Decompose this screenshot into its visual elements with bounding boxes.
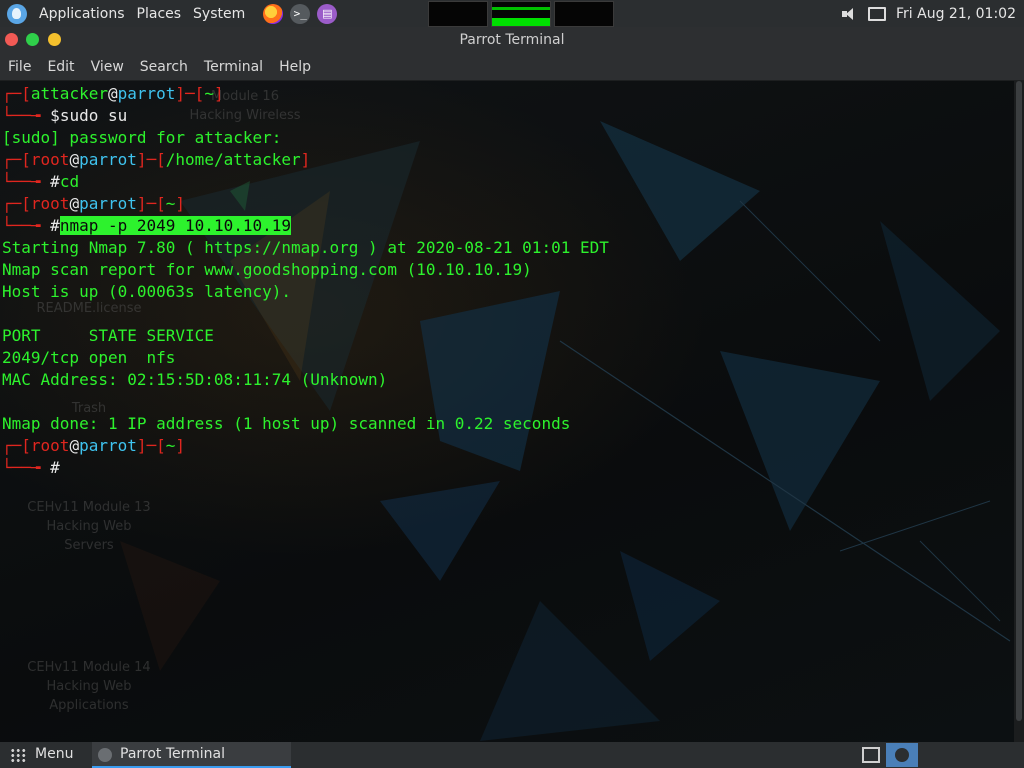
taskbar-item-parrot-terminal[interactable]: Parrot Terminal (92, 742, 291, 768)
prompt-host: parrot (117, 84, 176, 103)
places-menu[interactable]: Places (131, 6, 188, 22)
system-monitor[interactable] (428, 1, 614, 27)
command-sudo-su: sudo su (59, 106, 128, 125)
network-monitor (554, 1, 614, 27)
command-nmap-selected[interactable]: nmap -p 2049 10.10.10.19 (59, 216, 291, 235)
output-line: 2049/tcp open nfs (2, 348, 176, 367)
prompt-at: @ (69, 150, 80, 169)
terminal-tray-icon[interactable] (886, 743, 918, 767)
prompt-at: @ (107, 84, 118, 103)
output-line: PORT STATE SERVICE (2, 326, 214, 345)
top-panel-tray: Fri Aug 21, 01:02 (842, 0, 1016, 27)
output-line: Nmap done: 1 IP address (1 host up) scan… (2, 414, 571, 433)
top-panel-menus: Applications Places System >_ ▤ (0, 0, 338, 27)
menu-view[interactable]: View (83, 59, 132, 75)
terminal-scrollbar[interactable] (1014, 81, 1024, 742)
prompt-host: parrot (79, 436, 137, 455)
prompt-user: attacker (30, 84, 108, 103)
prompt-host: parrot (79, 194, 137, 213)
prompt-dir: /home/attacker (165, 150, 301, 169)
display-icon[interactable] (868, 6, 887, 21)
prompt-user: root (30, 150, 70, 169)
keyboard-icon[interactable] (862, 747, 880, 763)
prompt-dir: ~ (165, 436, 176, 455)
desktop-icon-module14[interactable]: CEHv11 Module 14 Hacking Web Application… (14, 658, 164, 715)
bottom-panel: Menu Parrot Terminal (0, 742, 1024, 768)
terminal-menubar: File Edit View Search Terminal Help (0, 54, 1024, 81)
menu-button[interactable]: Menu (35, 746, 73, 762)
menu-terminal[interactable]: Terminal (196, 59, 271, 75)
output-line: MAC Address: 02:15:5D:08:11:74 (Unknown) (2, 370, 388, 389)
output-line: Nmap scan report for www.goodshopping.co… (2, 260, 532, 279)
taskbar-item-label: Parrot Terminal (120, 746, 226, 762)
prompt-user: root (30, 436, 70, 455)
scrollbar-thumb[interactable] (1016, 81, 1022, 721)
menu-help[interactable]: Help (271, 59, 319, 75)
terminal-icon (98, 748, 112, 762)
grid-menu-icon[interactable] (10, 748, 26, 762)
prompt-sign: # (50, 216, 60, 235)
prompt-dir: ~ (204, 84, 214, 103)
prompt-dir: ~ (165, 194, 176, 213)
parrot-logo-icon[interactable] (7, 3, 27, 24)
sudo-password-line: [sudo] password for attacker: (2, 128, 282, 147)
text-editor-icon[interactable]: ▤ (317, 3, 338, 24)
prompt-sign: # (50, 172, 60, 191)
window-title: Parrot Terminal (459, 32, 565, 48)
firefox-icon[interactable] (263, 3, 284, 24)
desktop-icon-module13[interactable]: CEHv11 Module 13 Hacking Web Servers (14, 498, 164, 555)
prompt-sign: # (50, 458, 60, 477)
system-menu[interactable]: System (187, 6, 251, 22)
output-line: Starting Nmap 7.80 ( https://nmap.org ) … (2, 238, 609, 257)
cpu-monitor (428, 1, 488, 27)
clock[interactable]: Fri Aug 21, 01:02 (896, 6, 1016, 22)
menu-search[interactable]: Search (132, 59, 196, 75)
output-line: Host is up (0.00063s latency). (2, 282, 291, 301)
menu-file[interactable]: File (0, 59, 39, 75)
top-panel: Applications Places System >_ ▤ Fri Aug … (0, 0, 1024, 27)
menu-edit[interactable]: Edit (39, 59, 82, 75)
memory-monitor (491, 1, 551, 27)
prompt-sign: $ (50, 106, 60, 125)
volume-icon[interactable] (842, 7, 858, 21)
prompt-host: parrot (79, 150, 137, 169)
terminal-icon[interactable]: >_ (290, 3, 311, 24)
command-cd: cd (59, 172, 80, 191)
prompt-at: @ (69, 436, 80, 455)
terminal-output[interactable]: ┌─[attacker@parrot]─[~] └──╼ $sudo su [s… (2, 83, 609, 479)
prompt-user: root (30, 194, 70, 213)
window-titlebar[interactable]: Parrot Terminal (0, 27, 1024, 54)
terminal-area[interactable]: Module 16 Hacking Wireless README.licens… (0, 81, 1014, 742)
applications-menu[interactable]: Applications (33, 6, 131, 22)
prompt-at: @ (69, 194, 80, 213)
